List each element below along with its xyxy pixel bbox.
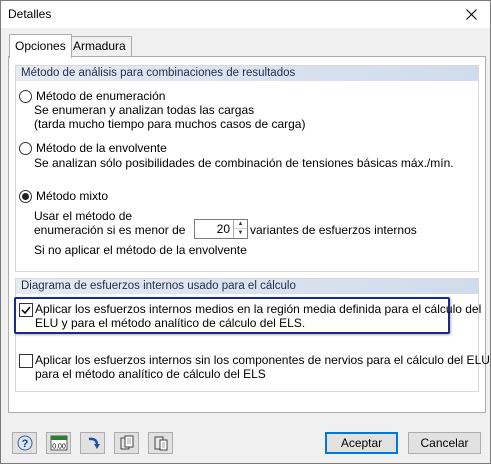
- tab-opciones-label: Opciones: [15, 39, 66, 53]
- variants-input[interactable]: [195, 220, 232, 238]
- no-ribs-label-line2: para el método analítico de cálculo del …: [35, 367, 266, 381]
- copy-icon: [120, 435, 133, 450]
- variants-spinner[interactable]: ▲ ▼: [194, 219, 248, 239]
- accept-button[interactable]: Aceptar: [325, 432, 398, 454]
- options-panel: Método de análisis para combinaciones de…: [8, 56, 491, 413]
- details-dialog: Detalles Opciones Armadura Método de aná…: [0, 0, 491, 464]
- undo-button[interactable]: [80, 432, 105, 454]
- enumeration-radio-row[interactable]: Método de enumeración: [19, 89, 165, 103]
- envelope-label: Método de la envolvente: [36, 141, 167, 155]
- mixed-radio[interactable]: [19, 189, 32, 203]
- mixed-line2: enumeración si es menor de: [34, 223, 186, 237]
- mixed-line1: Usar el método de: [34, 209, 133, 223]
- diagram-header: Diagrama de esfuerzos internos usado par…: [16, 279, 478, 294]
- mean-forces-label-line2: ELU y para el método analítico de cálcul…: [35, 316, 306, 330]
- enumeration-label: Método de enumeración: [36, 89, 166, 103]
- analysis-method-header: Método de análisis para combinaciones de…: [16, 66, 478, 81]
- close-button[interactable]: [460, 3, 482, 25]
- paste-icon: [154, 436, 167, 451]
- spinner-up-button[interactable]: ▲: [234, 220, 247, 229]
- dialog-title: Detalles: [8, 7, 52, 21]
- mixed-label: Método mixto: [36, 189, 109, 203]
- variants-suffix: variantes de esfuerzos internos: [250, 223, 417, 237]
- tab-armadura-label: Armadura: [73, 39, 126, 53]
- no-ribs-label-line1: Aplicar los esfuerzos internos sin los c…: [35, 353, 491, 367]
- envelope-fallback-text: Si no aplicar el método de la envolvente: [34, 243, 247, 257]
- enumeration-description: Se enumeran y analizan todas las cargas: [34, 103, 255, 117]
- envelope-radio-row[interactable]: Método de la envolvente: [19, 141, 167, 155]
- spinner-buttons: ▲ ▼: [233, 220, 247, 238]
- cancel-button[interactable]: Cancelar: [408, 432, 481, 454]
- mean-forces-checkbox[interactable]: [19, 303, 33, 317]
- help-icon: ?: [17, 435, 32, 451]
- undo-icon: [88, 437, 100, 449]
- units-icon-label: 0.00: [52, 444, 66, 451]
- analysis-method-group: Método de análisis para combinaciones de…: [15, 65, 479, 272]
- no-ribs-checkbox[interactable]: [19, 354, 33, 368]
- close-icon: [465, 8, 477, 20]
- copy-button[interactable]: [114, 432, 139, 454]
- mixed-radio-row[interactable]: Método mixto: [19, 189, 108, 203]
- title-bar: Detalles: [1, 1, 490, 28]
- mean-forces-label-line1: Aplicar los esfuerzos internos medios en…: [35, 302, 482, 316]
- paste-button[interactable]: [148, 432, 173, 454]
- checkmark-icon: [21, 306, 31, 315]
- units-icon: 0.00: [50, 435, 67, 451]
- tab-armadura[interactable]: Armadura: [67, 36, 132, 57]
- envelope-description: Se analizan sólo posibilidades de combin…: [34, 156, 454, 170]
- units-button[interactable]: 0.00: [46, 432, 71, 454]
- enumeration-description-note: (tarda mucho tiempo para muchos casos de…: [34, 117, 306, 131]
- svg-text:?: ?: [21, 438, 28, 450]
- enumeration-radio[interactable]: [19, 89, 32, 103]
- tab-opciones[interactable]: Opciones: [9, 34, 72, 58]
- help-button[interactable]: ?: [12, 432, 37, 454]
- spinner-down-button[interactable]: ▼: [234, 229, 247, 238]
- envelope-radio[interactable]: [19, 141, 32, 155]
